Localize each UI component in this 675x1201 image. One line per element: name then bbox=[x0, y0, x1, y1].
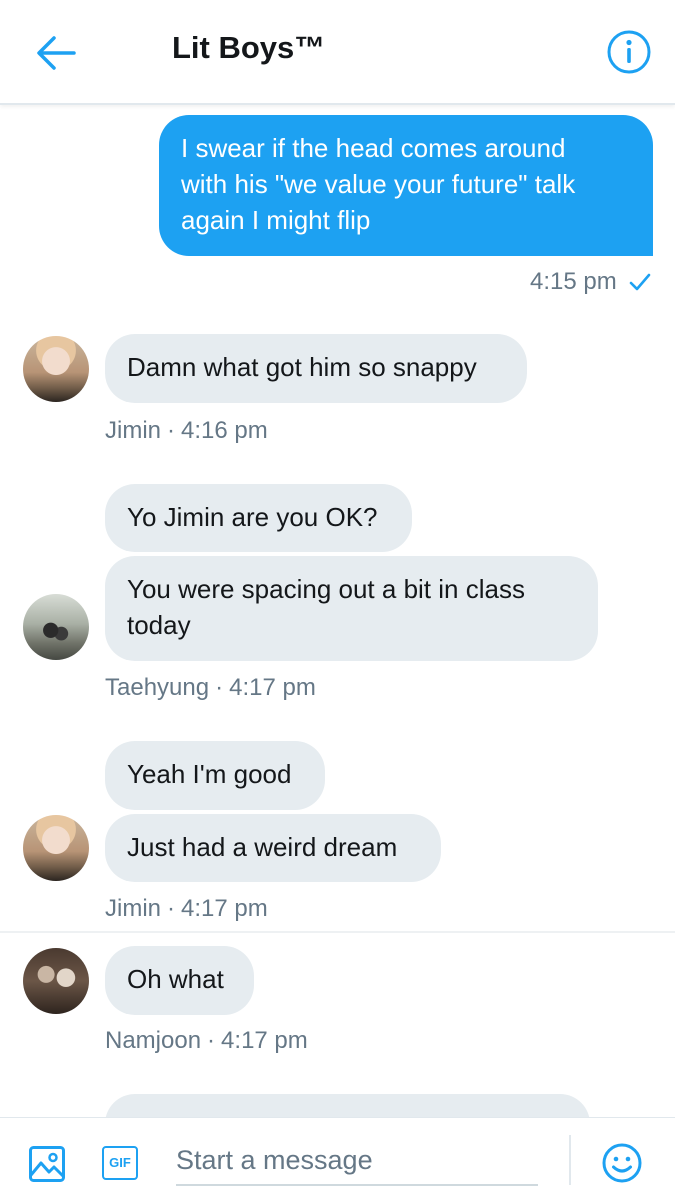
message-meta: Taehyung · 4:17 pm bbox=[105, 674, 316, 701]
check-icon bbox=[629, 273, 651, 291]
message-time: 4:17 pm bbox=[229, 674, 316, 701]
message-bubble-incoming[interactable]: Yeah I'm good bbox=[105, 741, 325, 810]
sender-name: Namjoon bbox=[105, 1027, 202, 1054]
message-bubble-outgoing[interactable]: I swear if the head comes around with hi… bbox=[159, 115, 653, 256]
arrow-left-icon[interactable] bbox=[34, 33, 78, 73]
avatar-jimin[interactable] bbox=[23, 336, 89, 402]
message-bubble-partial[interactable] bbox=[105, 1094, 590, 1117]
message-bubble-incoming[interactable]: You were spacing out a bit in class toda… bbox=[105, 556, 598, 661]
message-list[interactable]: I swear if the head comes around with hi… bbox=[0, 105, 675, 1117]
message-bubble-incoming[interactable]: Damn what got him so snappy bbox=[105, 334, 527, 403]
message-time: 4:17 pm bbox=[181, 895, 268, 922]
avatar-taehyung[interactable] bbox=[23, 594, 89, 660]
conversation-header: Lit Boys™ bbox=[0, 0, 675, 105]
message-meta: Jimin · 4:17 pm bbox=[105, 895, 268, 922]
avatar-namjoon[interactable] bbox=[23, 948, 89, 1014]
gif-button[interactable]: GIF bbox=[102, 1146, 138, 1180]
message-bubble-incoming[interactable]: Just had a weird dream bbox=[105, 814, 441, 882]
divider bbox=[0, 931, 675, 933]
smiley-icon[interactable] bbox=[601, 1142, 643, 1184]
conversation-title: Lit Boys™ bbox=[172, 30, 326, 65]
message-time: 4:16 pm bbox=[181, 417, 268, 444]
message-meta: Jimin · 4:16 pm bbox=[105, 417, 268, 444]
message-time: 4:17 pm bbox=[221, 1027, 308, 1054]
message-composer: GIF bbox=[0, 1117, 675, 1201]
message-meta: 4:15 pm bbox=[530, 268, 617, 296]
message-time: 4:15 pm bbox=[530, 268, 617, 295]
divider bbox=[569, 1135, 571, 1185]
sender-name: Taehyung bbox=[105, 674, 210, 701]
image-icon[interactable] bbox=[28, 1145, 66, 1183]
message-meta: Namjoon · 4:17 pm bbox=[105, 1027, 308, 1054]
sender-name: Jimin bbox=[105, 895, 162, 922]
message-bubble-incoming[interactable]: Oh what bbox=[105, 946, 254, 1015]
info-icon[interactable] bbox=[606, 29, 652, 75]
message-bubble-incoming[interactable]: Yo Jimin are you OK? bbox=[105, 484, 412, 552]
message-input[interactable] bbox=[176, 1136, 538, 1186]
avatar-jimin[interactable] bbox=[23, 815, 89, 881]
sender-name: Jimin bbox=[105, 417, 162, 444]
